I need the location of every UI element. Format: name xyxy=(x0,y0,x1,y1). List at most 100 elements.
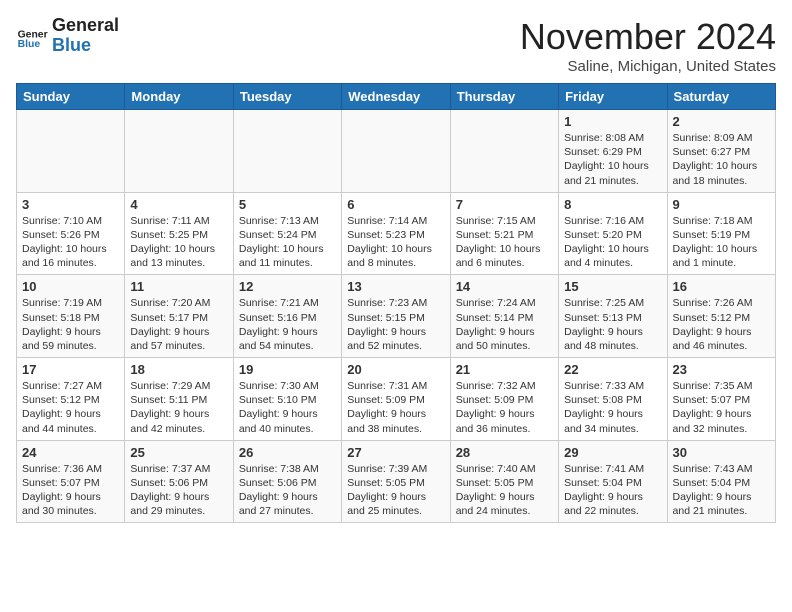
week-row-2: 3Sunrise: 7:10 AMSunset: 5:26 PMDaylight… xyxy=(17,192,776,275)
day-info: Sunrise: 7:37 AMSunset: 5:06 PMDaylight:… xyxy=(130,462,227,519)
day-cell: 18 Sunrise: 7:29 AMSunset: 5:11 PMDayligh… xyxy=(125,358,233,441)
week-row-5: 24Sunrise: 7:36 AMSunset: 5:07 PMDayligh… xyxy=(17,440,776,523)
day-number: 4 xyxy=(130,197,227,212)
day-number: 23 xyxy=(673,362,770,377)
calendar-header: SundayMondayTuesdayWednesdayThursdayFrid… xyxy=(17,84,776,110)
day-info: Sunrise: 7:32 AMSunset: 5:09 PMDaylight:… xyxy=(456,379,553,436)
day-info: Sunrise: 8:09 AMSunset: 6:27 PMDaylight:… xyxy=(673,131,770,188)
day-cell: 5 Sunrise: 7:13 AMSunset: 5:24 PMDaylight… xyxy=(233,192,341,275)
day-info: Sunrise: 7:38 AMSunset: 5:06 PMDaylight:… xyxy=(239,462,336,519)
day-number: 26 xyxy=(239,445,336,460)
day-info: Sunrise: 7:41 AMSunset: 5:04 PMDaylight:… xyxy=(564,462,661,519)
day-cell: 29 Sunrise: 7:41 AMSunset: 5:04 PMDayligh… xyxy=(559,440,667,523)
day-number: 8 xyxy=(564,197,661,212)
day-info: Sunrise: 7:13 AMSunset: 5:24 PMDaylight:… xyxy=(239,214,336,271)
day-number: 27 xyxy=(347,445,444,460)
logo: General Blue General Blue xyxy=(16,16,119,56)
day-info: Sunrise: 7:24 AMSunset: 5:14 PMDaylight:… xyxy=(456,296,553,353)
day-info: Sunrise: 7:11 AMSunset: 5:25 PMDaylight:… xyxy=(130,214,227,271)
day-info: Sunrise: 7:33 AMSunset: 5:08 PMDaylight:… xyxy=(564,379,661,436)
day-number: 15 xyxy=(564,279,661,294)
day-number: 2 xyxy=(673,114,770,129)
day-info: Sunrise: 7:30 AMSunset: 5:10 PMDaylight:… xyxy=(239,379,336,436)
day-cell: 27 Sunrise: 7:39 AMSunset: 5:05 PMDayligh… xyxy=(342,440,450,523)
day-header-sunday: Sunday xyxy=(17,84,125,110)
day-cell: 22 Sunrise: 7:33 AMSunset: 5:08 PMDayligh… xyxy=(559,358,667,441)
day-number: 14 xyxy=(456,279,553,294)
day-info: Sunrise: 7:19 AMSunset: 5:18 PMDaylight:… xyxy=(22,296,119,353)
day-cell: 11Sunrise: 7:20 AMSunset: 5:17 PMDayligh… xyxy=(125,275,233,358)
day-cell: 3Sunrise: 7:10 AMSunset: 5:26 PMDaylight… xyxy=(17,192,125,275)
day-info: Sunrise: 7:35 AMSunset: 5:07 PMDaylight:… xyxy=(673,379,770,436)
day-info: Sunrise: 7:16 AMSunset: 5:20 PMDaylight:… xyxy=(564,214,661,271)
day-cell xyxy=(450,110,558,193)
day-cell: 1Sunrise: 8:08 AMSunset: 6:29 PMDaylight… xyxy=(559,110,667,193)
day-info: Sunrise: 7:26 AMSunset: 5:12 PMDaylight:… xyxy=(673,296,770,353)
day-info: Sunrise: 7:18 AMSunset: 5:19 PMDaylight:… xyxy=(673,214,770,271)
day-info: Sunrise: 7:43 AMSunset: 5:04 PMDaylight:… xyxy=(673,462,770,519)
day-cell: 2 Sunrise: 8:09 AMSunset: 6:27 PMDaylight… xyxy=(667,110,775,193)
day-cell: 13 Sunrise: 7:23 AMSunset: 5:15 PMDayligh… xyxy=(342,275,450,358)
days-of-week-row: SundayMondayTuesdayWednesdayThursdayFrid… xyxy=(17,84,776,110)
day-number: 10 xyxy=(22,279,119,294)
day-cell xyxy=(125,110,233,193)
logo-general: General xyxy=(52,15,119,35)
day-cell: 25 Sunrise: 7:37 AMSunset: 5:06 PMDayligh… xyxy=(125,440,233,523)
day-cell xyxy=(342,110,450,193)
day-info: Sunrise: 7:23 AMSunset: 5:15 PMDaylight:… xyxy=(347,296,444,353)
day-number: 13 xyxy=(347,279,444,294)
day-number: 29 xyxy=(564,445,661,460)
day-header-saturday: Saturday xyxy=(667,84,775,110)
day-cell: 28Sunrise: 7:40 AMSunset: 5:05 PMDayligh… xyxy=(450,440,558,523)
svg-text:Blue: Blue xyxy=(18,39,41,50)
day-cell xyxy=(17,110,125,193)
day-number: 1 xyxy=(564,114,661,129)
day-number: 7 xyxy=(456,197,553,212)
day-cell: 4 Sunrise: 7:11 AMSunset: 5:25 PMDaylight… xyxy=(125,192,233,275)
week-row-4: 17Sunrise: 7:27 AMSunset: 5:12 PMDayligh… xyxy=(17,358,776,441)
day-cell: 10 Sunrise: 7:19 AMSunset: 5:18 PMDayligh… xyxy=(17,275,125,358)
calendar-body: 1Sunrise: 8:08 AMSunset: 6:29 PMDaylight… xyxy=(17,110,776,523)
calendar-table: SundayMondayTuesdayWednesdayThursdayFrid… xyxy=(16,83,776,523)
day-number: 21 xyxy=(456,362,553,377)
day-number: 20 xyxy=(347,362,444,377)
logo-icon: General Blue xyxy=(16,20,48,52)
day-number: 5 xyxy=(239,197,336,212)
day-cell: 30 Sunrise: 7:43 AMSunset: 5:04 PMDayligh… xyxy=(667,440,775,523)
day-cell: 6Sunrise: 7:14 AMSunset: 5:23 PMDaylight… xyxy=(342,192,450,275)
day-number: 6 xyxy=(347,197,444,212)
day-cell: 16 Sunrise: 7:26 AMSunset: 5:12 PMDayligh… xyxy=(667,275,775,358)
month-title: November 2024 xyxy=(520,16,776,58)
day-number: 16 xyxy=(673,279,770,294)
day-cell: 15 Sunrise: 7:25 AMSunset: 5:13 PMDayligh… xyxy=(559,275,667,358)
day-number: 11 xyxy=(130,279,227,294)
day-number: 18 xyxy=(130,362,227,377)
header: General Blue General Blue November 2024 … xyxy=(16,16,776,75)
day-header-monday: Monday xyxy=(125,84,233,110)
day-cell: 9 Sunrise: 7:18 AMSunset: 5:19 PMDaylight… xyxy=(667,192,775,275)
logo-blue: Blue xyxy=(52,35,91,55)
location-subtitle: Saline, Michigan, United States xyxy=(520,58,776,75)
day-cell: 12Sunrise: 7:21 AMSunset: 5:16 PMDayligh… xyxy=(233,275,341,358)
day-number: 25 xyxy=(130,445,227,460)
day-cell: 19Sunrise: 7:30 AMSunset: 5:10 PMDayligh… xyxy=(233,358,341,441)
day-info: Sunrise: 7:29 AMSunset: 5:11 PMDaylight:… xyxy=(130,379,227,436)
day-cell: 7Sunrise: 7:15 AMSunset: 5:21 PMDaylight… xyxy=(450,192,558,275)
title-area: November 2024 Saline, Michigan, United S… xyxy=(520,16,776,75)
day-info: Sunrise: 7:27 AMSunset: 5:12 PMDaylight:… xyxy=(22,379,119,436)
day-cell: 26 Sunrise: 7:38 AMSunset: 5:06 PMDayligh… xyxy=(233,440,341,523)
day-cell: 24Sunrise: 7:36 AMSunset: 5:07 PMDayligh… xyxy=(17,440,125,523)
day-cell: 17Sunrise: 7:27 AMSunset: 5:12 PMDayligh… xyxy=(17,358,125,441)
week-row-3: 10 Sunrise: 7:19 AMSunset: 5:18 PMDayligh… xyxy=(17,275,776,358)
day-number: 22 xyxy=(564,362,661,377)
logo-text: General Blue xyxy=(52,16,119,56)
day-cell xyxy=(233,110,341,193)
day-cell: 23 Sunrise: 7:35 AMSunset: 5:07 PMDayligh… xyxy=(667,358,775,441)
day-info: Sunrise: 7:39 AMSunset: 5:05 PMDaylight:… xyxy=(347,462,444,519)
day-number: 24 xyxy=(22,445,119,460)
day-info: Sunrise: 7:21 AMSunset: 5:16 PMDaylight:… xyxy=(239,296,336,353)
day-info: Sunrise: 7:25 AMSunset: 5:13 PMDaylight:… xyxy=(564,296,661,353)
day-number: 30 xyxy=(673,445,770,460)
day-cell: 21 Sunrise: 7:32 AMSunset: 5:09 PMDayligh… xyxy=(450,358,558,441)
day-number: 9 xyxy=(673,197,770,212)
